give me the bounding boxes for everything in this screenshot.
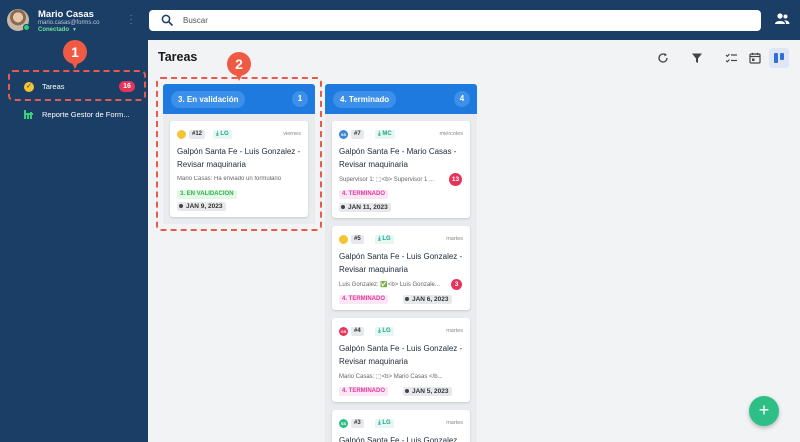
top-bar — [148, 0, 800, 40]
filter-icon — [692, 53, 702, 63]
message-count-badge: 13 — [449, 173, 462, 186]
refresh-icon — [658, 53, 668, 63]
task-id: #3 — [351, 419, 364, 428]
task-card[interactable]: SS #7 ⤓ MC miércoles Galpón Santa Fe - M… — [332, 121, 470, 218]
annotation-marker-1: 1 — [63, 40, 87, 70]
column-count: 4 — [454, 91, 470, 107]
user-status-label: Conectado — [38, 27, 70, 33]
task-day: martes — [446, 236, 463, 242]
annotation-marker-2: 2 — [227, 52, 251, 82]
kanban-column-terminado: 4. Terminado 4 SS #7 ⤓ MC miércoles Galp… — [325, 84, 477, 442]
user-email: mario.casas@forms.co — [38, 20, 100, 26]
task-id: #4 — [351, 327, 364, 336]
due-date: JAN 6, 2023 — [412, 296, 449, 303]
sidebar-item-reporte[interactable]: Reporte Gestor de Form... — [12, 104, 140, 126]
assignee-initials: LG — [382, 236, 391, 242]
column-title: 4. Terminado — [333, 91, 397, 108]
task-id: #7 — [351, 130, 364, 139]
assignee-initials: LG — [382, 420, 391, 426]
user-status-dropdown[interactable]: Conectado ▼ — [38, 27, 77, 33]
task-title: Galpón Santa Fe - Luis Gonzalez - Revisa… — [339, 344, 463, 366]
add-task-button[interactable]: + — [749, 396, 779, 426]
assignee-initials: LG — [382, 328, 391, 334]
checklist-icon — [725, 53, 737, 63]
calendar-icon — [749, 52, 761, 64]
task-day: martes — [446, 420, 463, 426]
task-card[interactable]: SS #3 ⤓ LG martes Galpón Santa Fe - Luis… — [332, 410, 470, 442]
annotation-highlight-2 — [156, 77, 322, 231]
task-card[interactable]: GS #4 ⤓ LG martes Galpón Santa Fe - Luis… — [332, 318, 470, 402]
task-assignee: ⤓ MC — [375, 130, 395, 139]
filter-button[interactable] — [689, 50, 705, 66]
calendar-view-button[interactable] — [747, 50, 763, 66]
search-input[interactable] — [183, 10, 743, 31]
due-date-tag: JAN 6, 2023 — [403, 295, 452, 304]
message-count-badge: 3 — [451, 279, 462, 290]
search-icon — [161, 14, 173, 26]
task-card[interactable]: #5 ⤓ LG martes Galpón Santa Fe - Luis Go… — [332, 226, 470, 310]
task-assignee: ⤓ LG — [375, 419, 394, 428]
report-chart-icon — [24, 110, 34, 119]
task-day: martes — [446, 328, 463, 334]
sidebar-item-label: Reporte Gestor de Form... — [42, 110, 130, 119]
due-date-tag: JAN 5, 2023 — [403, 387, 452, 396]
refresh-button[interactable] — [655, 50, 671, 66]
task-assignee: ⤓ LG — [375, 235, 394, 244]
search-box[interactable] — [149, 10, 761, 31]
due-date: JAN 5, 2023 — [412, 388, 449, 395]
task-day: miércoles — [439, 131, 463, 137]
form-status-dot: SS — [339, 130, 348, 139]
task-last-message: Luis Gonzalez: ✅<b> Luis Gonzale... — [339, 282, 440, 288]
caret-down-icon: ▼ — [72, 27, 77, 33]
annotation-highlight-1 — [8, 70, 146, 101]
form-status-dot — [339, 235, 348, 244]
user-profile[interactable]: Mario Casas mario.casas@forms.co Conecta… — [0, 0, 148, 40]
task-title: Galpón Santa Fe - Luis Gonzalez — [339, 436, 458, 442]
user-name: Mario Casas — [38, 9, 94, 20]
kanban-icon — [774, 53, 784, 63]
task-id: #5 — [351, 235, 364, 244]
plus-icon: + — [758, 400, 770, 420]
board-view-button[interactable] — [769, 48, 789, 68]
status-tag: 4. TERMINADO — [339, 295, 389, 304]
column-header: 4. Terminado 4 — [325, 84, 477, 114]
status-tag: 4. TERMINADO — [339, 190, 389, 199]
status-tag: 4. TERMINADO — [339, 387, 389, 396]
task-last-message: Mario Casas: ⬚<b> Mario Casas </b... — [339, 374, 443, 380]
column-body: SS #7 ⤓ MC miércoles Galpón Santa Fe - M… — [325, 114, 477, 442]
page-title: Tareas — [158, 50, 198, 64]
kebab-menu-icon[interactable]: · · · — [129, 11, 133, 29]
due-date: JAN 11, 2023 — [348, 204, 388, 211]
task-title: Galpón Santa Fe - Luis Gonzalez - Revisa… — [339, 252, 463, 274]
task-title: Galpón Santa Fe - Mario Casas - Revisar … — [339, 147, 457, 169]
task-last-message: Supervisor 1: ⬚<b> Supervisor 1 ... — [339, 177, 435, 183]
task-assignee: ⤓ LG — [375, 327, 394, 336]
online-status-dot — [23, 24, 30, 31]
form-status-dot: SS — [339, 419, 348, 428]
assignee-initials: MC — [382, 131, 392, 137]
users-icon[interactable] — [774, 12, 790, 26]
list-view-button[interactable] — [723, 50, 739, 66]
form-status-dot: GS — [339, 327, 348, 336]
due-date-tag: JAN 11, 2023 — [339, 203, 391, 212]
